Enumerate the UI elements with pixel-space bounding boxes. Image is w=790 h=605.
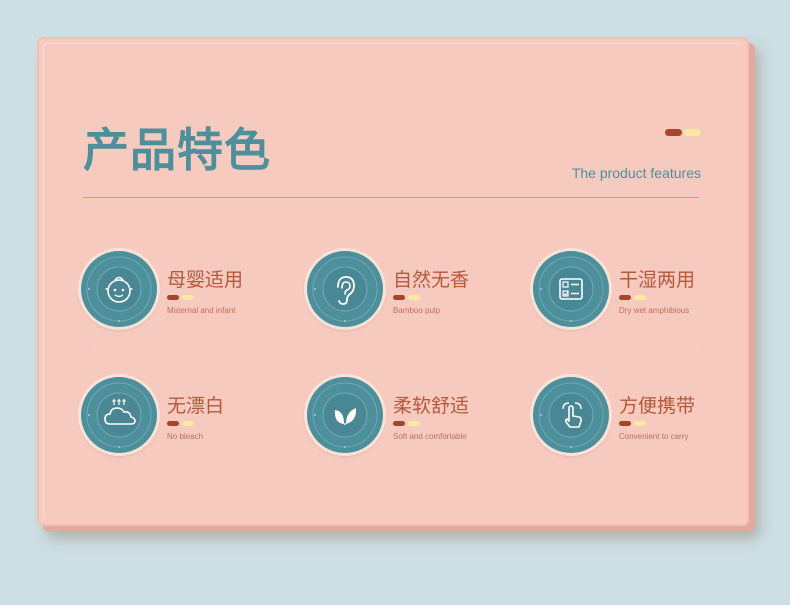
feature-badge xyxy=(81,377,157,453)
feature-decoration xyxy=(619,421,646,426)
feature-badge xyxy=(533,251,609,327)
feature-portable: 方便携带 Convenient to carry xyxy=(533,377,733,457)
decor-bar-dark xyxy=(167,295,179,300)
feature-soft: 柔软舒适 Soft and comfortable xyxy=(307,377,507,457)
feature-badge xyxy=(307,251,383,327)
feature-natural: 自然无香 Bamboo pulp xyxy=(307,251,507,331)
divider-middle xyxy=(93,351,699,352)
feature-badge xyxy=(81,251,157,327)
decor-bar-light xyxy=(634,295,646,300)
feature-title: 柔软舒适 xyxy=(393,395,470,417)
feature-maternal: 母婴适用 Maternal and infant xyxy=(81,251,281,331)
decor-bar-dark xyxy=(393,295,405,300)
decor-bar-light xyxy=(182,295,194,300)
feature-decoration xyxy=(619,295,646,300)
decor-bar-light xyxy=(408,295,420,300)
decor-bar-dark xyxy=(619,295,631,300)
checklist-icon xyxy=(538,256,604,322)
leaf-icon xyxy=(312,382,378,448)
page-subtitle: The product features xyxy=(571,165,701,181)
feature-subtitle: Bamboo pulp xyxy=(393,306,441,315)
feature-subtitle: Convenient to carry xyxy=(619,432,689,441)
decor-bar-dark xyxy=(393,421,405,426)
features-card: 产品特色 The product features 母婴适用 Maternal … xyxy=(37,37,749,526)
decor-bar-light xyxy=(634,421,646,426)
decor-bar-dark xyxy=(167,421,179,426)
decor-bar-light xyxy=(684,129,701,136)
feature-title: 干湿两用 xyxy=(619,269,696,291)
feature-title: 无漂白 xyxy=(167,395,225,417)
decor-bar-dark xyxy=(665,129,682,136)
baby-face-icon xyxy=(86,256,152,322)
decor-bar-dark xyxy=(619,421,631,426)
decor-bar-light xyxy=(408,421,420,426)
feature-dry-wet: 干湿两用 Dry wet amphibious xyxy=(533,251,733,331)
page-title: 产品特色 xyxy=(83,123,271,177)
feature-badge xyxy=(533,377,609,453)
title-decoration xyxy=(665,129,701,136)
cloud-icon xyxy=(86,382,152,448)
feature-title: 母婴适用 xyxy=(167,269,244,291)
touch-hand-icon xyxy=(538,382,604,448)
feature-no-bleach: 无漂白 No bleach xyxy=(81,377,281,457)
feature-title: 自然无香 xyxy=(393,269,470,291)
feature-title: 方便携带 xyxy=(619,395,696,417)
ear-icon xyxy=(312,256,378,322)
divider-top xyxy=(83,197,699,198)
feature-subtitle: No bleach xyxy=(167,432,204,441)
feature-decoration xyxy=(393,295,420,300)
feature-subtitle: Maternal and infant xyxy=(167,306,236,315)
decor-bar-light xyxy=(182,421,194,426)
feature-decoration xyxy=(393,421,420,426)
feature-decoration xyxy=(167,421,194,426)
feature-subtitle: Soft and comfortable xyxy=(393,432,467,441)
feature-badge xyxy=(307,377,383,453)
feature-decoration xyxy=(167,295,194,300)
feature-subtitle: Dry wet amphibious xyxy=(619,306,690,315)
